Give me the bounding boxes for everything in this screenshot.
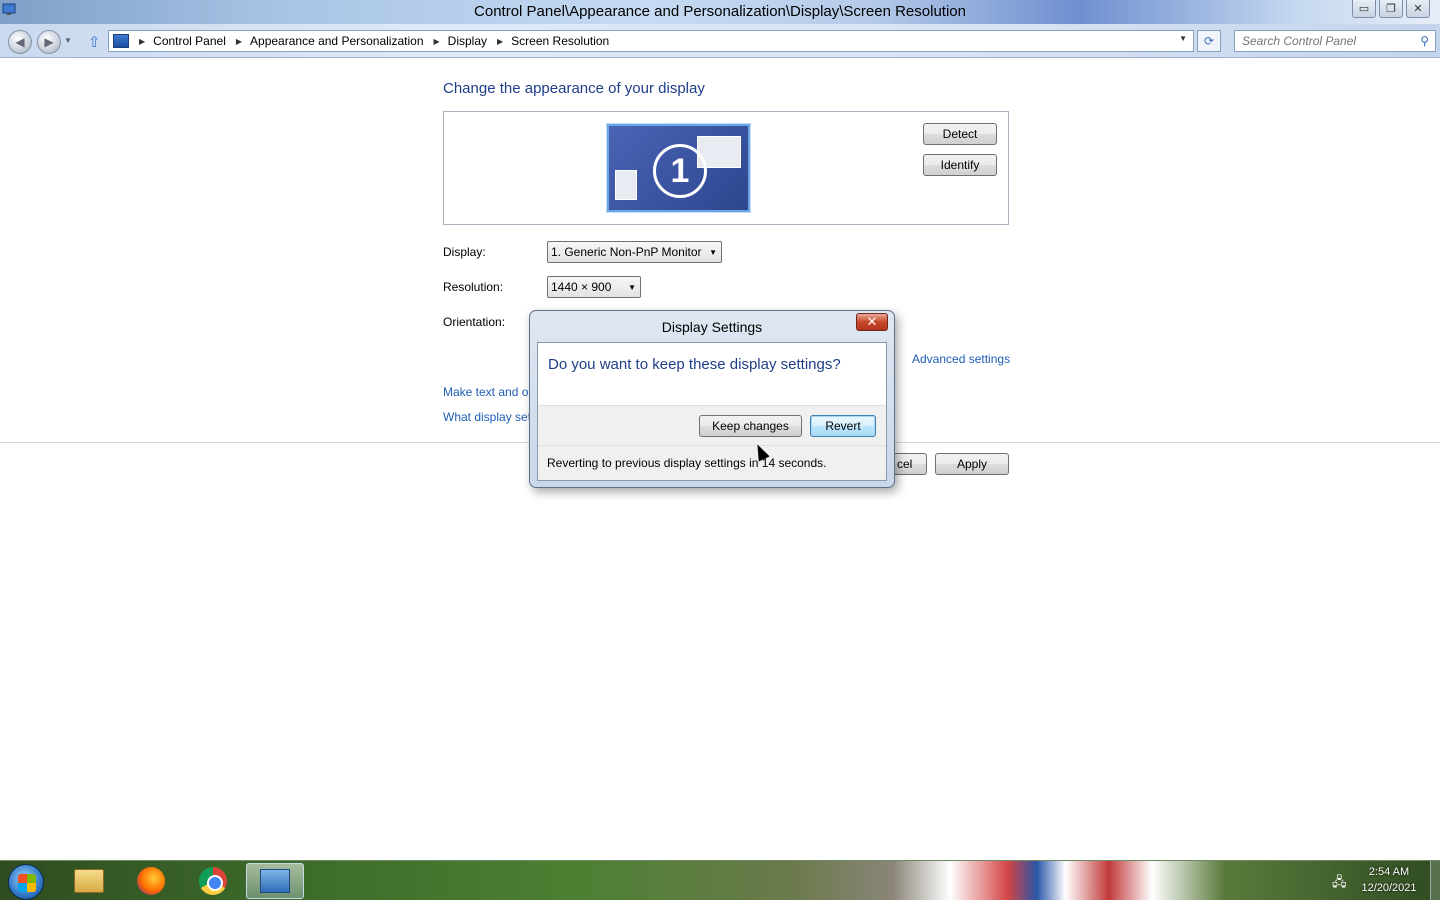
display-select[interactable]: 1. Generic Non-PnP Monitor ▼ [547, 241, 722, 263]
revert-countdown-text: Reverting to previous display settings i… [538, 445, 886, 480]
system-clock[interactable]: 2:54 AM 12/20/2021 [1352, 864, 1426, 896]
taskbar-explorer[interactable] [60, 863, 118, 899]
keep-changes-button[interactable]: Keep changes [699, 415, 802, 437]
refresh-button[interactable]: ⟳ [1197, 30, 1221, 52]
forward-arrow-icon: ▶ [44, 35, 54, 49]
search-box[interactable]: ⚲ [1234, 30, 1436, 52]
window-controls: ▭ ❐ ✕ [1352, 0, 1430, 18]
recent-pages-dropdown-icon[interactable]: ▼ [64, 36, 72, 45]
display-label: Display: [443, 245, 486, 259]
search-icon[interactable]: ⚲ [1420, 34, 1429, 48]
forward-button[interactable]: ▶ [37, 30, 61, 54]
taskbar-firefox[interactable] [122, 863, 180, 899]
firefox-icon [137, 867, 165, 895]
window-title: Control Panel\Appearance and Personaliza… [474, 3, 966, 20]
chevron-down-icon[interactable]: ▼ [1179, 34, 1187, 43]
dialog-title: Display Settings [661, 319, 763, 335]
clock-time: 2:54 AM [1368, 866, 1410, 878]
orientation-label: Orientation: [443, 315, 506, 329]
control-panel-icon [260, 869, 290, 893]
resolution-select-value: 1440 × 900 [551, 280, 612, 294]
search-input[interactable] [1242, 34, 1410, 48]
taskbar-control-panel[interactable] [246, 863, 304, 899]
clock-date: 12/20/2021 [1361, 882, 1417, 894]
restore-button[interactable]: ❐ [1379, 0, 1403, 18]
display-settings-help-link[interactable]: What display set [443, 410, 531, 424]
chevron-down-icon: ▼ [709, 248, 717, 257]
start-button[interactable] [8, 864, 44, 900]
display-select-value: 1. Generic Non-PnP Monitor [551, 245, 702, 259]
chevron-right-icon[interactable]: ▶ [497, 37, 503, 46]
dialog-question: Do you want to keep these display settin… [548, 356, 841, 373]
address-bar[interactable]: ▶ Control Panel ▶ Appearance and Persona… [108, 30, 1194, 52]
network-icon[interactable]: 🖧 [1332, 873, 1347, 895]
monitor-1-thumbnail[interactable]: 1 [607, 124, 750, 212]
advanced-settings-link[interactable]: Advanced settings [912, 352, 1010, 366]
chevron-right-icon[interactable]: ▶ [139, 37, 145, 46]
windows-logo-icon [18, 874, 36, 892]
chevron-down-icon: ▼ [628, 283, 636, 292]
chevron-right-icon[interactable]: ▶ [236, 37, 242, 46]
mini-window-graphic [615, 170, 637, 200]
display-settings-dialog: Display Settings ✕ Do you want to keep t… [529, 310, 895, 488]
breadcrumb-screen-resolution[interactable]: Screen Resolution [511, 34, 609, 48]
identify-button[interactable]: Identify [923, 154, 997, 176]
monitor-number: 1 [653, 144, 707, 198]
window-titlebar: Control Panel\Appearance and Personaliza… [0, 0, 1440, 24]
back-button[interactable]: ◀ [8, 30, 32, 54]
resolution-select[interactable]: 1440 × 900 ▼ [547, 276, 641, 298]
monitor-arrangement-panel: 1 Detect Identify [443, 111, 1009, 225]
detect-button[interactable]: Detect [923, 123, 997, 145]
taskbar [0, 860, 1440, 900]
text-size-link[interactable]: Make text and o [443, 385, 528, 399]
back-arrow-icon: ◀ [15, 35, 25, 49]
address-toolbar: ◀ ▶ ▼ ⇧ ▶ Control Panel ▶ Appearance and… [0, 24, 1440, 58]
chevron-right-icon[interactable]: ▶ [434, 37, 440, 46]
control-panel-icon [113, 34, 129, 48]
dialog-button-area: Keep changes Revert [538, 405, 886, 445]
folder-icon [74, 869, 104, 893]
show-desktop-button[interactable] [1430, 861, 1440, 900]
dialog-close-button[interactable]: ✕ [856, 313, 888, 331]
taskbar-chrome[interactable] [184, 863, 242, 899]
minimize-button[interactable]: ▭ [1352, 0, 1376, 18]
up-arrow-icon[interactable]: ⇧ [88, 33, 101, 51]
resolution-label: Resolution: [443, 280, 504, 294]
refresh-icon: ⟳ [1203, 34, 1215, 48]
apply-button[interactable]: Apply [935, 453, 1009, 475]
breadcrumb-display[interactable]: Display [448, 34, 487, 48]
revert-button[interactable]: Revert [810, 415, 876, 437]
breadcrumb-control-panel[interactable]: Control Panel [153, 34, 226, 48]
close-window-button[interactable]: ✕ [1406, 0, 1430, 18]
chrome-icon [199, 867, 227, 895]
dialog-body: Do you want to keep these display settin… [537, 342, 887, 481]
breadcrumb-appearance[interactable]: Appearance and Personalization [250, 34, 423, 48]
page-title: Change the appearance of your display [443, 80, 705, 97]
